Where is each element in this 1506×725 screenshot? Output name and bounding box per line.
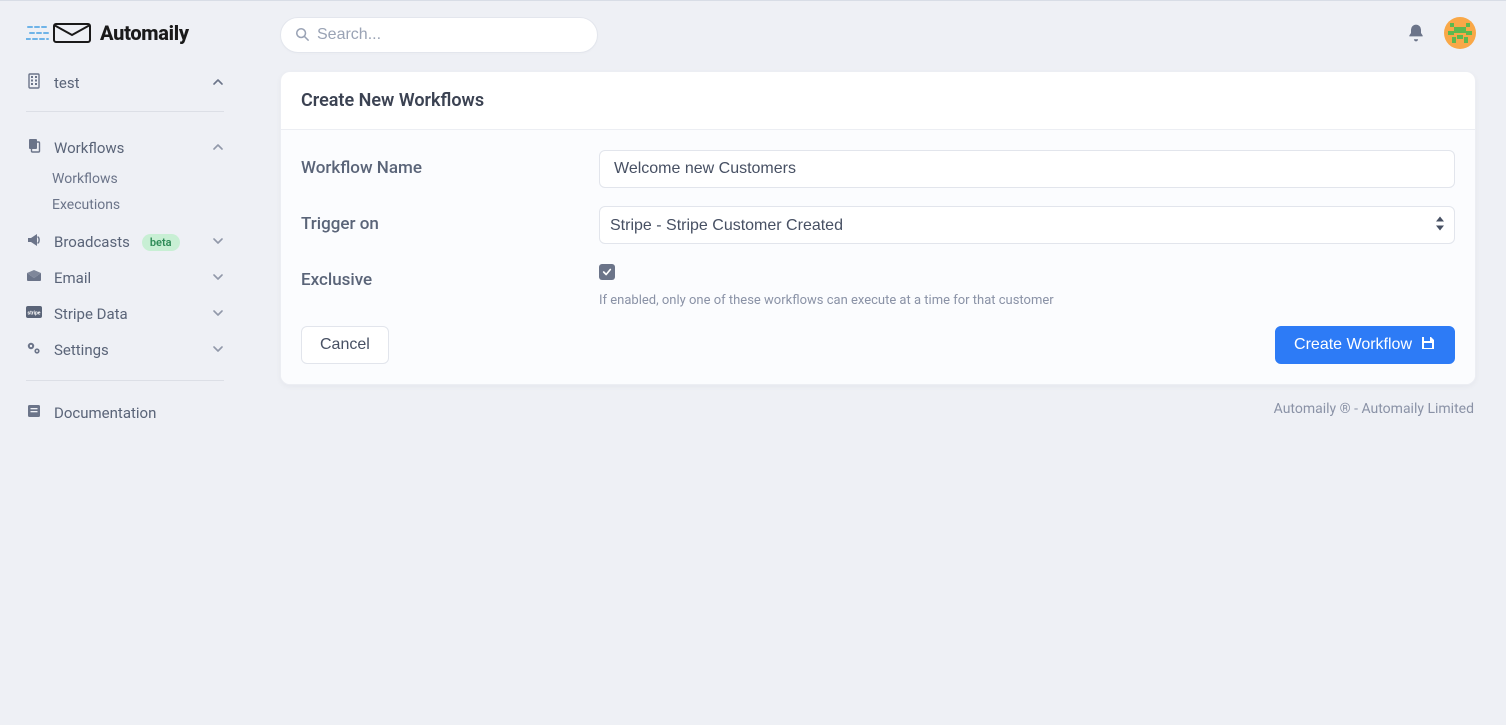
nav-label: Workflows bbox=[54, 139, 124, 157]
cancel-button[interactable]: Cancel bbox=[301, 326, 389, 364]
nav-item-documentation[interactable]: Documentation bbox=[0, 395, 250, 431]
copy-icon bbox=[26, 138, 42, 158]
avatar[interactable] bbox=[1444, 17, 1476, 53]
envelope-icon bbox=[26, 268, 42, 288]
footer-text: Automaily ® - Automaily Limited bbox=[280, 401, 1476, 417]
project-selector[interactable]: test bbox=[0, 63, 250, 103]
exclusive-help: If enabled, only one of these workflows … bbox=[599, 293, 1455, 308]
project-name: test bbox=[54, 74, 80, 92]
brand-logo: Automaily bbox=[0, 15, 250, 63]
topbar bbox=[280, 17, 1476, 53]
nav-item-stripe[interactable]: stripe Stripe Data bbox=[8, 296, 242, 332]
beta-badge: beta bbox=[142, 234, 180, 251]
trigger-select[interactable]: Stripe - Stripe Customer Created bbox=[599, 206, 1455, 244]
book-icon bbox=[26, 403, 42, 423]
divider bbox=[26, 380, 224, 381]
label-workflow-name: Workflow Name bbox=[301, 150, 599, 178]
nav: Workflows Workflows Executions Broadcast… bbox=[0, 130, 250, 368]
brand-name: Automaily bbox=[100, 21, 189, 45]
save-icon bbox=[1420, 335, 1436, 356]
chevron-up-icon bbox=[212, 74, 224, 92]
button-label: Create Workflow bbox=[1294, 336, 1412, 354]
nav-sub-executions[interactable]: Executions bbox=[8, 192, 242, 218]
chevron-down-icon bbox=[212, 269, 224, 287]
label-exclusive: Exclusive bbox=[301, 262, 599, 290]
action-row: Cancel Create Workflow bbox=[301, 326, 1455, 364]
search-icon bbox=[295, 26, 317, 45]
create-workflow-button[interactable]: Create Workflow bbox=[1275, 326, 1455, 364]
row-workflow-name: Workflow Name bbox=[301, 150, 1455, 188]
megaphone-icon bbox=[26, 232, 42, 252]
sidebar: Automaily test Workflows bbox=[0, 1, 250, 725]
nav-item-broadcasts[interactable]: Broadcasts beta bbox=[8, 224, 242, 260]
nav-label: Workflows bbox=[52, 171, 118, 187]
divider bbox=[26, 111, 224, 112]
nav-item-settings[interactable]: Settings bbox=[8, 332, 242, 368]
label-trigger: Trigger on bbox=[301, 206, 599, 234]
nav-label: Stripe Data bbox=[54, 305, 128, 323]
logo-icon bbox=[26, 21, 94, 45]
stripe-icon: stripe bbox=[26, 304, 42, 324]
exclusive-checkbox[interactable] bbox=[599, 264, 615, 280]
chevron-up-icon bbox=[212, 139, 224, 157]
nav-label: Documentation bbox=[54, 404, 156, 422]
gears-icon bbox=[26, 340, 42, 360]
nav-sub-workflows[interactable]: Workflows bbox=[8, 166, 242, 192]
button-label: Cancel bbox=[320, 336, 370, 354]
svg-text:stripe: stripe bbox=[28, 311, 41, 317]
search-wrap bbox=[280, 17, 598, 53]
nav-label: Executions bbox=[52, 197, 120, 213]
chevron-down-icon bbox=[212, 305, 224, 323]
chevron-down-icon bbox=[212, 233, 224, 251]
nav-label: Email bbox=[54, 269, 91, 287]
bell-icon[interactable] bbox=[1406, 23, 1426, 47]
row-exclusive: Exclusive If enabled, only one of these … bbox=[301, 262, 1455, 308]
row-trigger: Trigger on Stripe - Stripe Customer Crea… bbox=[301, 206, 1455, 244]
building-icon bbox=[26, 73, 42, 93]
page-title: Create New Workflows bbox=[281, 72, 1475, 130]
nav-item-email[interactable]: Email bbox=[8, 260, 242, 296]
main: Create New Workflows Workflow Name Trigg… bbox=[250, 1, 1506, 725]
nav-label: Settings bbox=[54, 341, 109, 359]
workflow-name-input[interactable] bbox=[599, 150, 1455, 188]
nav-label: Broadcasts bbox=[54, 233, 130, 251]
nav-item-workflows[interactable]: Workflows bbox=[8, 130, 242, 166]
create-workflow-card: Create New Workflows Workflow Name Trigg… bbox=[280, 71, 1476, 385]
search-input[interactable] bbox=[317, 26, 583, 44]
chevron-down-icon bbox=[212, 341, 224, 359]
